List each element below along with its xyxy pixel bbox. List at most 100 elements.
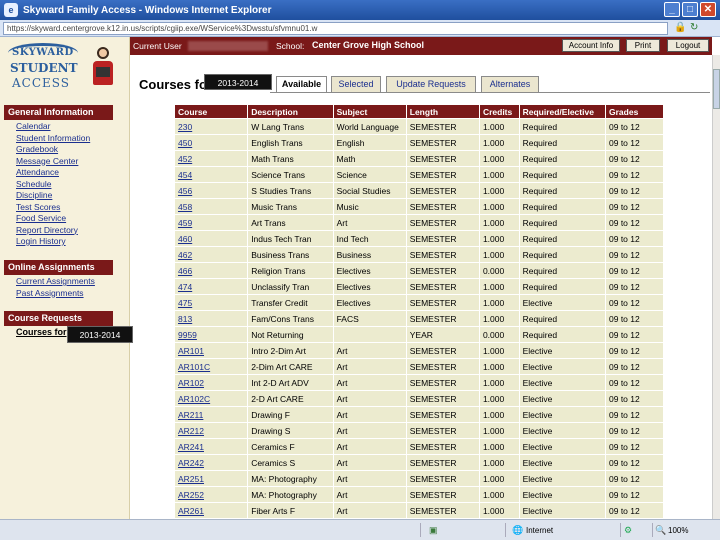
col-course[interactable]: Course <box>175 105 248 118</box>
maximize-button[interactable]: □ <box>682 2 698 17</box>
col-length[interactable]: Length <box>406 105 479 118</box>
cell-course[interactable]: AR102 <box>175 375 248 390</box>
sidebar-item-calendar[interactable]: Calendar <box>16 121 90 133</box>
sidebar-item-discipline[interactable]: Discipline <box>16 190 90 202</box>
table-row[interactable]: AR101 Intro 2-Dim Art Art SEMESTER 1.000 Elec… <box>175 343 663 358</box>
cell-grades: 09 to 12 <box>606 343 663 358</box>
cell-grades: 09 to 12 <box>606 295 663 310</box>
lock-icon[interactable]: 🔒 <box>674 22 686 34</box>
table-row[interactable]: AR261 Fiber Arts F Art SEMESTER 1.000 Electiv… <box>175 503 663 518</box>
online-assignments-title: Online Assignments <box>4 260 113 275</box>
cell-course[interactable]: 459 <box>175 215 248 230</box>
cell-course[interactable]: AR261 <box>175 503 248 518</box>
table-row[interactable]: 452 Math Trans Math SEMESTER 1.000 Required 09… <box>175 151 663 166</box>
cell-subject: Electives <box>333 295 406 310</box>
cell-course[interactable]: 456 <box>175 183 248 198</box>
print-button[interactable]: Print <box>626 39 660 52</box>
table-row[interactable]: AR252 MA: Photography Art SEMESTER 1.000 Elec… <box>175 487 663 502</box>
cell-course[interactable]: AR242 <box>175 455 248 470</box>
table-row[interactable]: 466 Religion Trans Electives SEMESTER 0.000 R… <box>175 263 663 278</box>
table-row[interactable]: AR241 Ceramics F Art SEMESTER 1.000 Elective 0… <box>175 439 663 454</box>
cell-course[interactable]: 9959 <box>175 327 248 342</box>
cell-course[interactable]: 475 <box>175 295 248 310</box>
table-row[interactable]: AR242 Ceramics S Art SEMESTER 1.000 Elective 0… <box>175 455 663 470</box>
cell-course[interactable]: AR251 <box>175 471 248 486</box>
cell-course[interactable]: 452 <box>175 151 248 166</box>
cell-course[interactable]: 813 <box>175 311 248 326</box>
table-row[interactable]: AR102C 2-D Art CARE Art SEMESTER 1.000 Electi… <box>175 391 663 406</box>
cell-course[interactable]: 230 <box>175 119 248 134</box>
table-row[interactable]: AR212 Drawing S Art SEMESTER 1.000 Elective 09… <box>175 423 663 438</box>
sidebar-item-gradebook[interactable]: Gradebook <box>16 144 90 156</box>
cell-course[interactable]: AR211 <box>175 407 248 422</box>
sidebar-item-report-directory[interactable]: Report Directory <box>16 225 90 237</box>
table-row[interactable]: 462 Business Trans Business SEMESTER 1.000 Re… <box>175 247 663 262</box>
cell-course[interactable]: 450 <box>175 135 248 150</box>
cell-course[interactable]: AR241 <box>175 439 248 454</box>
zoom-icon[interactable]: 🔍 <box>655 524 666 536</box>
account-info-button[interactable]: Account Info <box>562 39 620 52</box>
cell-course[interactable]: 458 <box>175 199 248 214</box>
sidebar-item-food-service[interactable]: Food Service <box>16 213 90 225</box>
sidebar-item-student-information[interactable]: Student Information <box>16 133 90 145</box>
sidebar-item-schedule[interactable]: Schedule <box>16 179 90 191</box>
cell-required-elective: Required <box>519 215 605 230</box>
refresh-icon[interactable]: ↻ <box>690 22 702 34</box>
table-row[interactable]: 9959 Not Returning YEAR 0.000 Required 09 to … <box>175 327 663 342</box>
table-row[interactable]: 458 Music Trans Music SEMESTER 1.000 Required… <box>175 199 663 214</box>
sidebar-item-current-assignments[interactable]: Current Assignments <box>16 276 95 288</box>
cell-course[interactable]: 460 <box>175 231 248 246</box>
table-row[interactable]: AR251 MA: Photography Art SEMESTER 1.000 Elec… <box>175 471 663 486</box>
cell-course[interactable]: AR101C <box>175 359 248 374</box>
tab-update-requests[interactable]: Update Requests <box>386 76 476 92</box>
tab-selected[interactable]: Selected <box>331 76 381 92</box>
cell-course[interactable]: 474 <box>175 279 248 294</box>
cell-course[interactable]: 466 <box>175 263 248 278</box>
cell-credits: 1.000 <box>479 231 519 246</box>
logout-button[interactable]: Logout <box>667 39 709 52</box>
cell-course[interactable]: 462 <box>175 247 248 262</box>
sidebar-item-test-scores[interactable]: Test Scores <box>16 202 90 214</box>
cell-course[interactable]: 454 <box>175 167 248 182</box>
cell-course[interactable]: AR101 <box>175 343 248 358</box>
cell-credits: 1.000 <box>479 311 519 326</box>
sidebar-item-message-center[interactable]: Message Center <box>16 156 90 168</box>
protected-mode-icon[interactable]: ⚙ <box>624 524 632 536</box>
cell-description: Drawing S <box>248 423 333 438</box>
sidebar-item-past-assignments[interactable]: Past Assignments <box>16 288 95 300</box>
table-row[interactable]: 459 Art Trans Art SEMESTER 1.000 Required 09 t… <box>175 215 663 230</box>
table-row[interactable]: AR102 Int 2-D Art ADV Art SEMESTER 1.000 Elec… <box>175 375 663 390</box>
table-row[interactable]: 454 Science Trans Science SEMESTER 1.000 Requ… <box>175 167 663 182</box>
cell-course[interactable]: AR252 <box>175 487 248 502</box>
table-row[interactable]: 813 Fam/Cons Trans FACS SEMESTER 1.000 Requir… <box>175 311 663 326</box>
scrollbar-thumb[interactable] <box>713 69 720 109</box>
table-row[interactable]: AR101C 2-Dim Art CARE Art SEMESTER 1.000 Elec… <box>175 359 663 374</box>
table-row[interactable]: AR211 Drawing F Art SEMESTER 1.000 Elective 09… <box>175 407 663 422</box>
sidebar-item-login-history[interactable]: Login History <box>16 236 90 248</box>
table-row[interactable]: 230 W Lang Trans World Language SEMESTER 1.0… <box>175 119 663 134</box>
table-row[interactable]: 456 S Studies Trans Social Studies SEMESTER… <box>175 183 663 198</box>
table-row[interactable]: 460 Indus Tech Tran Ind Tech SEMESTER 1.000 R… <box>175 231 663 246</box>
cell-description: Indus Tech Tran <box>248 231 333 246</box>
url-input[interactable]: https://skyward.centergrove.k12.in.us/sc… <box>3 21 668 35</box>
table-row[interactable]: 474 Unclassify Tran Electives SEMESTER 1.000… <box>175 279 663 294</box>
col-required-elective[interactable]: Required/Elective <box>519 105 605 118</box>
col-credits[interactable]: Credits <box>479 105 519 118</box>
cell-description: MA: Photography <box>248 487 333 502</box>
zoom-level[interactable]: 100% <box>668 526 688 535</box>
cell-course[interactable]: AR212 <box>175 423 248 438</box>
minimize-button[interactable]: _ <box>664 2 680 17</box>
vertical-scrollbar[interactable] <box>712 55 720 519</box>
cell-subject: English <box>333 135 406 150</box>
cell-course[interactable]: AR102C <box>175 391 248 406</box>
sidebar-item-courses-for[interactable]: Courses for <box>16 327 67 337</box>
col-subject[interactable]: Subject <box>333 105 406 118</box>
col-description[interactable]: Description <box>248 105 333 118</box>
tab-alternates[interactable]: Alternates <box>481 76 539 92</box>
sidebar-item-attendance[interactable]: Attendance <box>16 167 90 179</box>
table-row[interactable]: 450 English Trans English SEMESTER 1.000 Requ… <box>175 135 663 150</box>
table-row[interactable]: 475 Transfer Credit Electives SEMESTER 1.000… <box>175 295 663 310</box>
tab-available[interactable]: Available <box>276 76 327 93</box>
col-grades[interactable]: Grades <box>606 105 663 118</box>
close-button[interactable]: ✕ <box>700 2 716 17</box>
